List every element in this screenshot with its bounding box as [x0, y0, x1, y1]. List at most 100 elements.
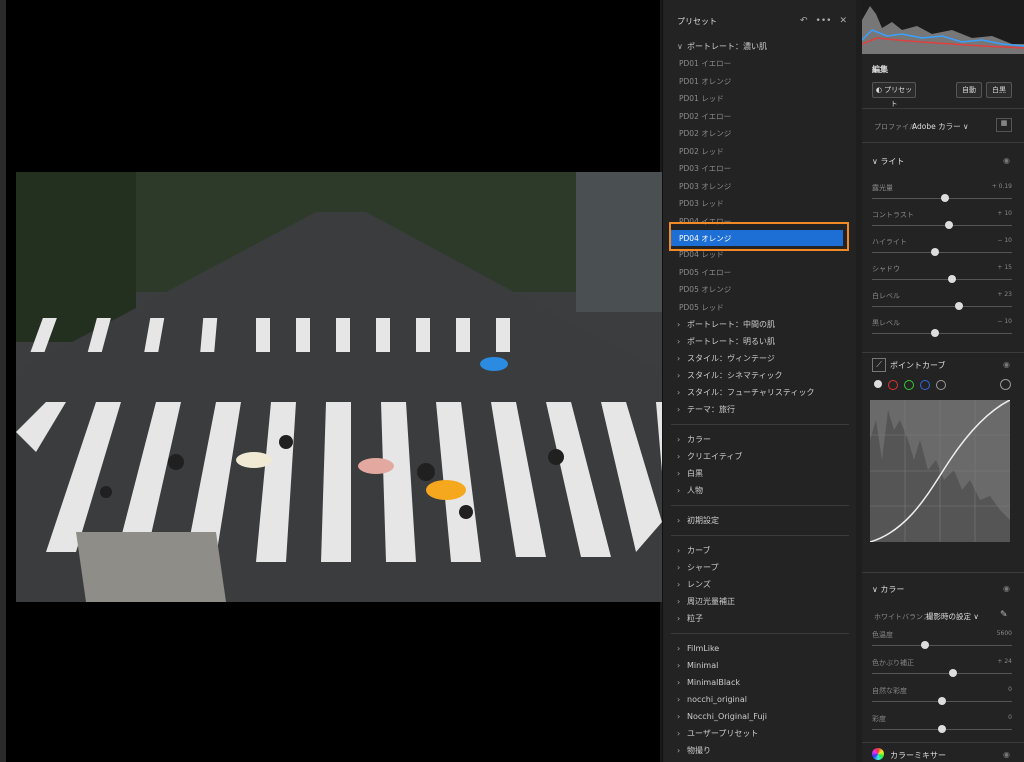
preset-group[interactable]: › スタイル：フューチャリスティック	[663, 384, 857, 401]
slider-track[interactable]	[872, 673, 1012, 674]
slider-thumb[interactable]	[921, 641, 930, 649]
point-curve-title: ポイントカーブ	[890, 361, 946, 370]
preset-group[interactable]: › ポートレート：中間の肌	[663, 316, 857, 333]
histogram	[861, 0, 1024, 54]
slider-track[interactable]	[872, 252, 1012, 253]
eye-icon[interactable]: ◉	[1003, 156, 1010, 165]
preset-item[interactable]: PD05 イエロー	[663, 264, 857, 282]
chevron-right-icon: ›	[677, 337, 681, 346]
slider-thumb[interactable]	[949, 669, 958, 677]
preset-group[interactable]: › クリエイティブ	[663, 448, 857, 465]
close-icon[interactable]: ✕	[839, 16, 847, 26]
preset-item[interactable]: PD01 レッド	[663, 90, 857, 108]
slider-row[interactable]: 白レベル + 23	[872, 291, 1012, 319]
preset-button[interactable]: ◐ プリセット	[872, 82, 916, 108]
preset-group[interactable]: › 白黒	[663, 465, 857, 482]
bw-button[interactable]: 白黒	[986, 82, 1012, 98]
slider-row[interactable]: 色温度 5600	[872, 630, 1012, 658]
preset-group[interactable]: › 粒子	[663, 610, 857, 627]
slider-row[interactable]: 露光量 + 0.19	[872, 183, 1012, 211]
preset-group[interactable]: › Minimal	[663, 657, 857, 674]
slider-track[interactable]	[872, 645, 1012, 646]
preset-item[interactable]: PD02 イエロー	[663, 108, 857, 126]
point-curve-graph[interactable]	[869, 399, 1011, 543]
preset-group[interactable]: › ポートレート：明るい肌	[663, 333, 857, 350]
preset-item[interactable]: PD03 イエロー	[663, 160, 857, 178]
color-mixer-icon[interactable]	[872, 748, 884, 760]
undo-icon[interactable]: ↶	[800, 16, 808, 26]
presets-title: プリセット	[677, 17, 717, 26]
slider-value: − 10	[997, 237, 1012, 244]
slider-row[interactable]: 自然な彩度 0	[872, 686, 1012, 714]
preset-group[interactable]: › nocchi_original	[663, 691, 857, 708]
slider-value: − 10	[997, 318, 1012, 325]
preset-group[interactable]: › 周辺光量補正	[663, 593, 857, 610]
eyedropper-icon[interactable]: ✎	[1000, 610, 1008, 620]
preset-group[interactable]: › スタイル：シネマティック	[663, 367, 857, 384]
photo-canvas[interactable]	[6, 0, 662, 762]
green-channel-icon[interactable]	[904, 380, 914, 390]
slider-track[interactable]	[872, 306, 1012, 307]
slider-thumb[interactable]	[954, 302, 963, 310]
preset-group[interactable]: › 物撮り	[663, 742, 857, 759]
slider-thumb[interactable]	[931, 329, 939, 337]
rgb-channel-icon[interactable]	[874, 380, 882, 388]
auto-button[interactable]: 自動	[956, 82, 982, 98]
preset-group[interactable]: › カラー	[663, 431, 857, 448]
slider-track[interactable]	[872, 333, 1012, 334]
eye-icon[interactable]: ◉	[1003, 360, 1010, 369]
light-section-header[interactable]: ∨ ライト	[872, 156, 904, 167]
slider-track[interactable]	[872, 279, 1012, 280]
preset-group[interactable]: › スタイル：ヴィンテージ	[663, 350, 857, 367]
preset-group[interactable]: › レンズ	[663, 576, 857, 593]
target-adjust-icon[interactable]	[1000, 379, 1011, 390]
preset-group[interactable]: › Nocchi_Original_Fuji	[663, 708, 857, 725]
preset-item[interactable]: PD01 イエロー	[663, 55, 857, 73]
slider-row[interactable]: 色かぶり補正 + 24	[872, 658, 1012, 686]
preset-item[interactable]: PD05 オレンジ	[663, 281, 857, 299]
preset-group[interactable]: › ユーザープリセット	[663, 725, 857, 742]
eye-icon[interactable]: ◉	[1003, 750, 1010, 759]
slider-row[interactable]: ハイライト − 10	[872, 237, 1012, 265]
slider-thumb[interactable]	[938, 725, 946, 733]
profile-browser-icon[interactable]: ▦	[996, 118, 1012, 132]
divider	[671, 424, 849, 425]
preset-group-dark-skin[interactable]: ∨ ポートレート：濃い肌	[663, 38, 857, 55]
preset-group[interactable]: › MinimalBlack	[663, 674, 857, 691]
slider-row[interactable]: 黒レベル − 10	[872, 318, 1012, 346]
preset-item[interactable]: PD05 レッド	[663, 299, 857, 317]
preset-item[interactable]: PD02 オレンジ	[663, 125, 857, 143]
more-icon[interactable]: •••	[816, 16, 832, 26]
preset-item[interactable]: PD03 レッド	[663, 195, 857, 213]
curve-icon[interactable]: ⟋	[872, 358, 886, 372]
chevron-right-icon: ›	[677, 580, 681, 589]
preset-group[interactable]: › シャープ	[663, 559, 857, 576]
slider-row[interactable]: シャドウ + 15	[872, 264, 1012, 292]
divider	[671, 633, 849, 634]
slider-label: 白レベル	[872, 292, 900, 300]
slider-thumb[interactable]	[947, 275, 956, 283]
slider-thumb[interactable]	[940, 194, 949, 202]
preset-group[interactable]: › テーマ：旅行	[663, 401, 857, 418]
slider-row[interactable]: コントラスト + 10	[872, 210, 1012, 238]
slider-track[interactable]	[872, 225, 1012, 226]
preset-group[interactable]: › カーブ	[663, 542, 857, 559]
blue-channel-icon[interactable]	[920, 380, 930, 390]
slider-thumb[interactable]	[931, 248, 939, 256]
preset-item[interactable]: PD03 オレンジ	[663, 178, 857, 196]
slider-thumb[interactable]	[945, 221, 953, 229]
slider-row[interactable]: 彩度 0	[872, 714, 1012, 742]
profile-dropdown[interactable]: Adobe カラー ∨	[912, 121, 969, 132]
preset-group[interactable]: › 初期設定	[663, 512, 857, 529]
red-channel-icon[interactable]	[888, 380, 898, 390]
slider-value: + 15	[997, 264, 1012, 271]
slider-thumb[interactable]	[938, 697, 946, 705]
preset-item[interactable]: PD02 レッド	[663, 143, 857, 161]
preset-item[interactable]: PD01 オレンジ	[663, 73, 857, 91]
preset-group[interactable]: › 人物	[663, 482, 857, 499]
parametric-curve-icon[interactable]	[936, 380, 946, 390]
white-balance-dropdown[interactable]: 撮影時の設定 ∨	[926, 611, 979, 622]
preset-group[interactable]: › FilmLike	[663, 640, 857, 657]
eye-icon[interactable]: ◉	[1003, 584, 1010, 593]
color-section-header[interactable]: ∨ カラー	[872, 584, 904, 595]
